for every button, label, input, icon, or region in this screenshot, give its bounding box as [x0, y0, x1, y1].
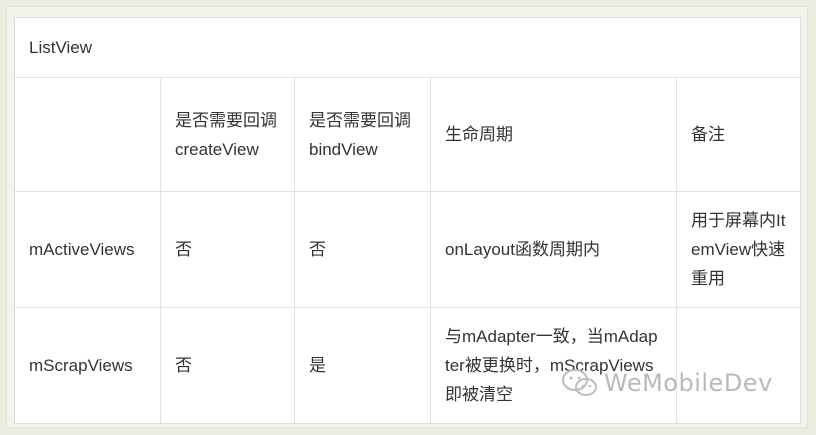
header-cell-notes: 备注 [677, 78, 800, 192]
table-row-cell-create-view: 否 [161, 308, 295, 423]
watermark: WeMobileDev [560, 368, 773, 398]
header-cell-lifecycle: 生命周期 [431, 78, 677, 192]
table-row-cell-name: mScrapViews [15, 308, 161, 423]
table-row-cell-lifecycle: onLayout函数周期内 [431, 192, 677, 308]
table-row-cell-notes [677, 308, 800, 423]
table-title: ListView [15, 18, 800, 78]
table-row-cell-create-view: 否 [161, 192, 295, 308]
table-row-cell-bind-view: 是 [295, 308, 431, 423]
wechat-icon [562, 369, 597, 396]
listview-table: ListView 是否需要回调createView 是否需要回调bindView… [14, 17, 801, 424]
table-row-cell-lifecycle: 与mAdapter一致，当mAdapter被更换时，mScrapViews即被清… [431, 308, 677, 423]
header-cell-create-view: 是否需要回调createView [161, 78, 295, 192]
table-row-cell-notes: 用于屏幕内ItemView快速重用 [677, 192, 800, 308]
table-row-cell-name: mActiveViews [15, 192, 161, 308]
header-cell-empty [15, 78, 161, 192]
header-cell-bind-view: 是否需要回调bindView [295, 78, 431, 192]
table-row-cell-bind-view: 否 [295, 192, 431, 308]
watermark-text: WeMobileDev [604, 369, 773, 397]
